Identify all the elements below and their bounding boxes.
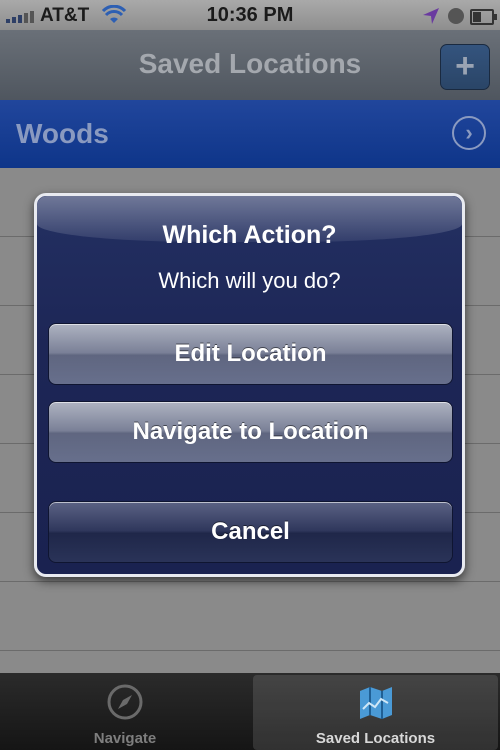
tab-navigate[interactable]: Navigate xyxy=(0,675,250,750)
cancel-button[interactable]: Cancel xyxy=(48,501,453,563)
navigation-bar: Saved Locations + xyxy=(0,30,500,101)
status-bar: AT&T 10:36 PM xyxy=(0,0,500,30)
action-alert: Which Action? Which will you do? Edit Lo… xyxy=(34,193,465,577)
compass-icon xyxy=(107,684,143,720)
page-title: Saved Locations xyxy=(138,48,362,79)
battery-icon xyxy=(470,9,497,25)
location-services-icon xyxy=(423,8,439,24)
list-item-label: Woods xyxy=(16,118,109,149)
tab-navigate-label: Navigate xyxy=(93,730,157,747)
chevron-right-icon[interactable]: › xyxy=(452,116,486,150)
alert-message: Which will you do? xyxy=(158,268,341,293)
alarm-icon xyxy=(448,8,464,24)
tab-bar: Navigate Saved Locations xyxy=(0,673,500,750)
tab-saved-locations[interactable]: Saved Locations xyxy=(253,675,498,750)
edit-location-button[interactable]: Edit Location xyxy=(48,323,453,385)
map-icon xyxy=(359,687,392,719)
alert-title: Which Action? xyxy=(162,221,337,249)
list-item[interactable]: Woods › xyxy=(0,100,500,168)
add-location-button[interactable]: + xyxy=(440,44,490,90)
tab-saved-locations-label: Saved Locations xyxy=(315,730,436,747)
navigate-to-location-button[interactable]: Navigate to Location xyxy=(48,401,453,463)
